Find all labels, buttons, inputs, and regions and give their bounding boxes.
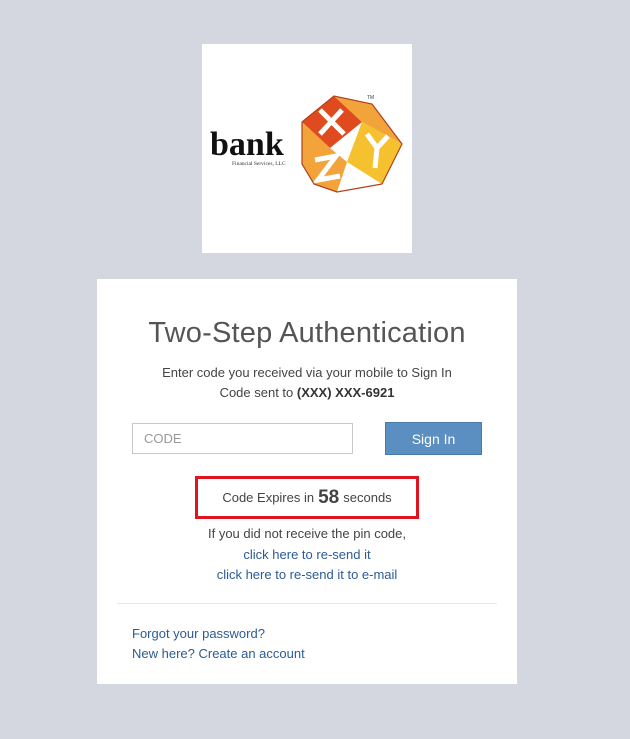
code-expiry-timer: Code Expires in 58 seconds	[195, 476, 419, 519]
logo-panel: TM bank Financial Services, LLC	[202, 44, 412, 253]
code-sent-prefix: Code sent to	[219, 385, 297, 400]
bankxyz-logo: TM bank Financial Services, LLC	[210, 95, 403, 193]
divider	[117, 603, 497, 604]
expires-seconds: 58	[318, 486, 340, 508]
auth-card: Two-Step Authentication Enter code you r…	[97, 279, 517, 684]
no-pin-text: If you did not receive the pin code,	[207, 526, 406, 541]
create-account-link[interactable]: New here? Create an account	[132, 646, 305, 661]
instruction-text: Enter code you received via your mobile …	[162, 365, 452, 380]
logo-subtitle: Financial Services, LLC	[232, 161, 286, 167]
resend-code-link[interactable]: click here to re-send it	[243, 547, 370, 562]
page-title: Two-Step Authentication	[148, 317, 466, 349]
logo-wordmark: bank	[210, 126, 284, 163]
masked-phone-number: (XXX) XXX-6921	[296, 385, 395, 400]
expires-prefix: Code Expires in	[222, 490, 315, 505]
sign-in-button[interactable]: Sign In	[385, 422, 482, 455]
logo-tm: TM	[367, 95, 374, 101]
forgot-password-link[interactable]: Forgot your password?	[132, 626, 265, 641]
resend-email-link[interactable]: click here to re-send it to e-mail	[217, 567, 398, 582]
expires-suffix: seconds	[343, 490, 392, 505]
code-input[interactable]	[132, 423, 353, 454]
code-sent-text: Code sent to (XXX) XXX-6921	[97, 385, 517, 400]
